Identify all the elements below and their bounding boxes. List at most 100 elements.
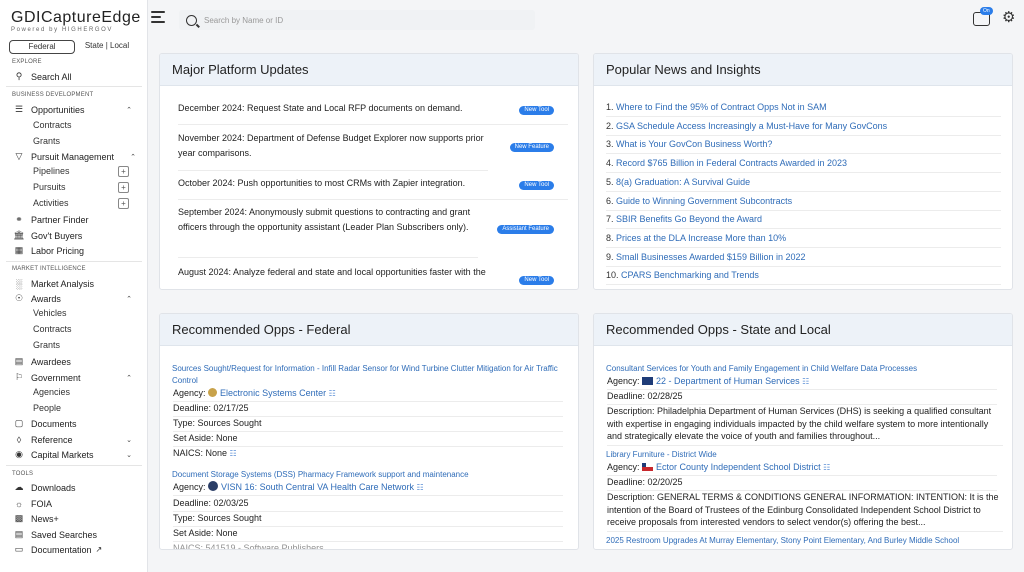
- nav-capital-markets[interactable]: ◉ Capital Markets ⌄: [12, 447, 140, 462]
- opp-description: Description: Philadelphia Department of …: [607, 405, 1003, 446]
- news-number: 9.: [606, 251, 614, 262]
- menu-toggle-button[interactable]: [151, 11, 167, 27]
- nav-pursuit-management[interactable]: ▽ Pursuit Management ⌃: [12, 149, 140, 164]
- chevron-up-icon: ⌃: [130, 153, 136, 161]
- update-item[interactable]: September 2024: Anonymously submit quest…: [178, 205, 478, 258]
- nav-label: Search All: [31, 71, 72, 82]
- nav-aw-contracts[interactable]: Contracts: [33, 322, 139, 337]
- news-item: 5. 8(a) Graduation: A Survival Guide: [606, 176, 1001, 192]
- divider: [6, 261, 142, 262]
- agency-link[interactable]: Ector County Independent School District: [656, 462, 821, 472]
- opp-naics: NAICS: None ☷: [173, 447, 563, 461]
- nav-label: Pursuits: [33, 182, 66, 192]
- news-number: 5.: [606, 176, 614, 187]
- agency-seal-icon: [208, 388, 218, 397]
- brand-logo[interactable]: GDICaptureEdge Powered by HIGHERGOV: [11, 9, 141, 34]
- update-item[interactable]: November 2024: Department of Defense Bud…: [178, 131, 488, 171]
- section-explore: EXPLORE: [12, 59, 42, 65]
- news-link[interactable]: Small Businesses Awarded $159 Billion in…: [616, 252, 805, 262]
- toggle-state-local[interactable]: State | Local: [75, 40, 139, 54]
- nav-agencies[interactable]: Agencies: [33, 385, 139, 400]
- nav-label: Opportunities: [31, 104, 85, 115]
- nav-opportunities[interactable]: ☰ Opportunities ⌃: [12, 102, 140, 117]
- news-item: 10. CPARS Benchmarking and Trends: [606, 269, 1001, 286]
- gear-icon[interactable]: ⚙: [1002, 10, 1015, 26]
- naics-text: NAICS: None: [173, 448, 228, 458]
- news-link[interactable]: Record $765 Billion in Federal Contracts…: [616, 158, 847, 168]
- news-number: 10.: [606, 270, 619, 281]
- nav-activities[interactable]: Activities +: [33, 196, 139, 211]
- opp-deadline: Deadline: 02/28/25: [607, 390, 997, 405]
- agency-link[interactable]: 22 - Department of Human Services: [656, 376, 800, 386]
- nav-awards[interactable]: ☉ Awards ⌃: [12, 291, 140, 306]
- nav-reference[interactable]: ◊ Reference ⌄: [12, 432, 140, 447]
- nav-government[interactable]: ⚐ Government ⌃: [12, 370, 140, 385]
- update-item[interactable]: August 2024: Analyze federal and state a…: [178, 265, 518, 289]
- state-local-opps-card: Recommended Opps - State and Local Consu…: [593, 313, 1013, 550]
- news-item: 2. GSA Schedule Access Increasingly a Mu…: [606, 120, 1001, 136]
- opp-title-link[interactable]: Consultant Services for Youth and Family…: [606, 363, 1002, 375]
- add-pursuit-button[interactable]: +: [118, 182, 129, 193]
- news-link[interactable]: Prices at the DLA Increase More than 10%: [616, 233, 786, 243]
- update-item[interactable]: December 2024: Request State and Local R…: [178, 101, 568, 125]
- news-number: 7.: [606, 214, 614, 225]
- toggle-federal[interactable]: Federal: [9, 40, 75, 54]
- card-title: Recommended Opps - Federal: [160, 314, 578, 346]
- flag-icon: ⚐: [14, 372, 24, 382]
- nav-market-analysis[interactable]: ░ Market Analysis: [12, 276, 140, 291]
- news-link[interactable]: 8(a) Graduation: A Survival Guide: [616, 177, 750, 187]
- awardee-icon: ▤: [14, 356, 24, 366]
- nav-people[interactable]: People: [33, 401, 139, 416]
- opp-title-link[interactable]: 2025 Restroom Upgrades At Murray Element…: [606, 535, 1002, 547]
- nav-awardees[interactable]: ▤ Awardees: [12, 354, 140, 369]
- nav-pursuits[interactable]: Pursuits +: [33, 180, 139, 195]
- search-input[interactable]: [204, 15, 524, 25]
- update-item[interactable]: October 2024: Push opportunities to most…: [178, 176, 568, 200]
- opp-deadline: Deadline: 02/03/25: [173, 497, 563, 512]
- org-chart-icon[interactable]: ☷: [329, 389, 336, 398]
- opp-title-link[interactable]: Sources Sought/Request for Information -…: [172, 363, 568, 387]
- news-link[interactable]: SBIR Benefits Go Beyond the Award: [616, 214, 762, 224]
- nav-aw-grants[interactable]: Grants: [33, 338, 139, 353]
- opp-agency: Agency: 22 - Department of Human Service…: [607, 375, 997, 390]
- nav-opp-grants[interactable]: Grants: [33, 134, 139, 149]
- org-chart-icon[interactable]: ☷: [823, 463, 830, 472]
- section-business-development: BUSINESS DEVELOPMENT: [12, 92, 94, 98]
- nav-pipelines[interactable]: Pipelines +: [33, 164, 139, 179]
- newspaper-icon: ▩: [14, 513, 24, 523]
- nav-vehicles[interactable]: Vehicles: [33, 306, 139, 321]
- opp-agency: Agency: Electronic Systems Center ☷: [173, 387, 563, 402]
- nav-search-all[interactable]: ⚲ Search All: [12, 69, 140, 84]
- nav-documents[interactable]: ▢ Documents: [12, 416, 140, 431]
- org-chart-icon[interactable]: ☷: [802, 377, 809, 386]
- platform-updates-card: Major Platform Updates December 2024: Re…: [159, 53, 579, 290]
- opp-deadline: Deadline: 02/17/25: [173, 402, 563, 417]
- nav-foia[interactable]: ☼ FOIA: [12, 496, 140, 511]
- news-link[interactable]: CPARS Benchmarking and Trends: [621, 270, 759, 280]
- news-link[interactable]: GSA Schedule Access Increasingly a Must-…: [616, 121, 887, 131]
- opp-deadline: Deadline: 02/20/25: [607, 476, 997, 491]
- agency-link[interactable]: VISN 16: South Central VA Health Care Ne…: [221, 482, 414, 492]
- nav-govt-buyers[interactable]: 🏛 Gov't Buyers: [12, 228, 140, 243]
- agency-label: Agency:: [607, 376, 640, 386]
- nav-opp-contracts[interactable]: Contracts: [33, 118, 139, 133]
- nav-news-plus[interactable]: ▩ News+: [12, 511, 140, 526]
- nav-documentation[interactable]: ▭ Documentation ↗: [12, 542, 140, 557]
- agency-link[interactable]: Electronic Systems Center: [220, 388, 326, 398]
- nav-saved-searches[interactable]: ▤ Saved Searches: [12, 527, 140, 542]
- brand-name: GDICaptureEdge: [11, 9, 141, 26]
- news-link[interactable]: What is Your GovCon Business Worth?: [616, 139, 772, 149]
- org-chart-icon[interactable]: ☷: [417, 483, 424, 492]
- add-pipeline-button[interactable]: +: [118, 166, 129, 177]
- news-link[interactable]: Where to Find the 95% of Contract Opps N…: [616, 102, 827, 112]
- nav-partner-finder[interactable]: ⚭ Partner Finder: [12, 212, 140, 227]
- org-chart-icon[interactable]: ☷: [230, 449, 237, 458]
- nav-downloads[interactable]: ☁ Downloads: [12, 480, 140, 495]
- nav-label: Saved Searches: [31, 529, 98, 540]
- search-bar: [179, 10, 535, 30]
- nav-labor-pricing[interactable]: ▦ Labor Pricing: [12, 243, 140, 258]
- add-activity-button[interactable]: +: [118, 198, 129, 209]
- opp-title-link[interactable]: Document Storage Systems (DSS) Pharmacy …: [172, 469, 568, 481]
- news-link[interactable]: Guide to Winning Government Subcontracts: [616, 196, 792, 206]
- opp-title-link[interactable]: Library Furniture - District Wide: [606, 449, 1002, 461]
